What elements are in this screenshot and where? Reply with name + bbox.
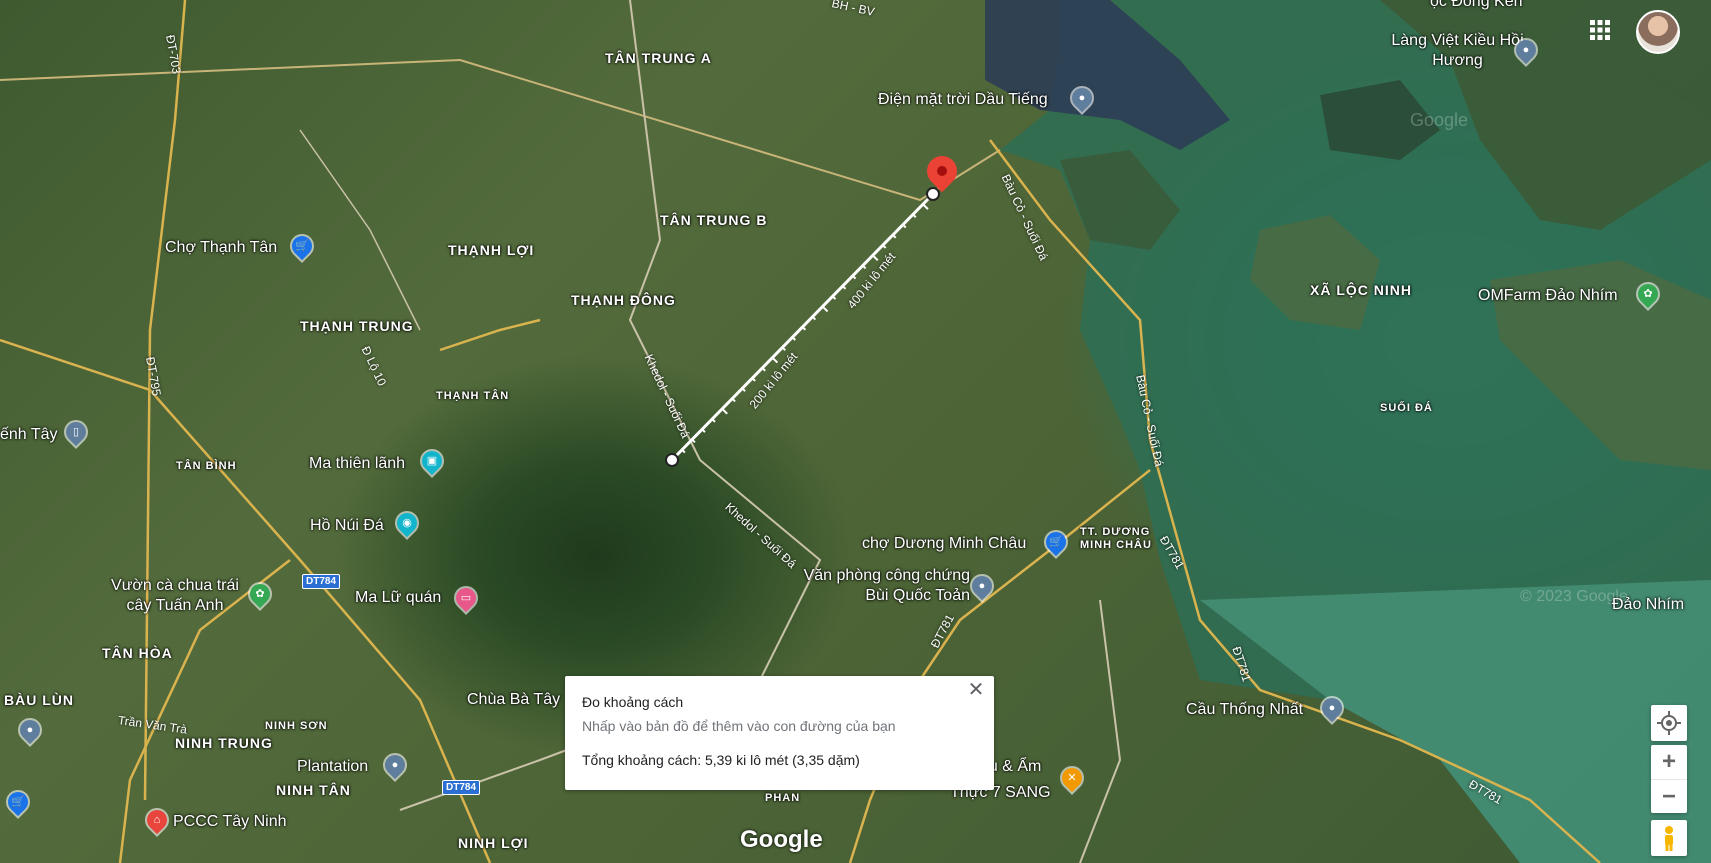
shopping-cart-icon[interactable]: 🛒 [1041,527,1071,557]
camera-icon[interactable]: ◉ [392,508,422,538]
bus-icon[interactable]: ▯ [61,417,91,447]
area-label: NINH SƠN [265,720,328,732]
poi-label[interactable]: Ma thiên lãnh [309,454,405,474]
area-label: THẠNH ĐÔNG [571,292,676,308]
area-label: TÂN HÒA [102,645,173,661]
measure-tick [922,203,929,210]
road-shield-dt784: DT784 [442,780,481,795]
measure-tick [691,438,696,444]
measure-tick [781,346,786,351]
hotel-icon[interactable]: ▭ [451,583,481,613]
measure-tick [801,326,807,331]
measure-tick [721,408,728,415]
park-icon[interactable]: ✿ [245,579,275,609]
poi-label[interactable]: Vườn cà chua trái cây Tuấn Anh [100,576,250,616]
poi-label[interactable]: Văn phòng công chứng Bùi Quốc Toản [795,566,970,606]
measure-tick [811,316,817,321]
area-label: THẠNH TÂN [436,390,510,402]
poi-label[interactable]: Plantation [297,757,368,777]
shopping-cart-icon[interactable]: 🛒 [3,787,33,817]
pegman-button[interactable] [1651,820,1687,856]
poi-label[interactable]: ọc Đông Ken [1430,0,1523,12]
measure-tick [831,295,837,300]
poi-label[interactable]: PCCC Tây Ninh [173,812,287,832]
area-label: THẠNH TRUNG [300,318,414,334]
park-icon[interactable]: ✿ [1633,279,1663,309]
measure-tick [851,275,857,280]
area-label: NINH TRUNG [175,735,273,751]
place-pin-icon[interactable]: ● [15,715,45,745]
poi-label[interactable]: Điện mặt trời Dầu Tiếng [878,90,1048,110]
my-location-button[interactable] [1651,705,1687,741]
copyright-watermark: © 2023 Google [1520,588,1628,605]
area-label: TÂN TRUNG B [660,212,768,228]
zoom-in-button[interactable]: + [1651,745,1687,780]
close-icon[interactable]: ✕ [964,678,988,702]
total-distance: Tổng khoảng cách: 5,39 ki lô mét (3,35 d… [582,752,860,768]
google-logo: Google [740,826,823,853]
place-pin-icon[interactable]: ● [1317,693,1347,723]
area-label: TÂN BÌNH [176,460,237,472]
measure-start-point[interactable] [665,453,679,467]
place-pin-icon[interactable]: ● [1067,83,1097,113]
area-label: SUỐI ĐÁ [1380,402,1433,414]
area-label: THẠNH LỢI [448,242,535,258]
google-watermark: Google [1410,110,1469,130]
poi-label[interactable]: OMFarm Đảo Nhím [1478,286,1618,306]
measure-tick [701,428,706,433]
poi-label[interactable]: Chùa Bà Tây [467,690,560,710]
area-label: PHAN [765,792,801,804]
measure-tick [902,223,907,229]
distance-info-panel: Đo khoảng cách Nhấp vào bản đồ để thêm v… [565,676,994,790]
poi-label[interactable]: Làng Việt Kiều Hồi Hương [1390,31,1525,71]
zoom-out-button[interactable]: − [1651,780,1687,813]
measure-tick [912,213,917,218]
area-label: TÂN TRUNG A [605,50,712,66]
measure-tick [761,367,766,372]
poi-label[interactable]: Ma Lữ quán [355,588,441,608]
pegman-icon [1665,826,1673,851]
shopping-cart-icon[interactable]: 🛒 [287,231,317,261]
area-label: XÃ LỘC NINH [1310,282,1412,298]
measure-tick [771,356,779,364]
panel-title: Đo khoảng cách [582,694,684,710]
area-label: BÀU LÙN [4,692,74,708]
place-pin-icon[interactable]: ● [380,750,410,780]
museum-icon[interactable]: ▣ [417,446,447,476]
apps-grid-icon[interactable] [1588,18,1612,42]
government-icon[interactable]: ⌂ [142,805,172,835]
zoom-control: + − [1651,745,1687,813]
poi-label[interactable]: ếnh Tây [0,425,58,445]
measure-tick [791,336,797,341]
measure-tick [751,377,756,382]
my-location-icon [1657,711,1681,735]
place-pin-icon[interactable]: ● [967,571,997,601]
measure-tick [882,244,887,249]
poi-label[interactable]: chợ Dương Minh Châu [862,534,1026,554]
measure-tick [731,397,736,403]
area-label: NINH LỢI [458,835,529,851]
panel-subtitle: Nhấp vào bản đồ để thêm vào con đường củ… [582,718,896,734]
area-label: TT. DƯƠNG MINH CHÂU [1080,526,1152,551]
poi-label[interactable]: Hồ Núi Đá [310,516,384,536]
restaurant-icon[interactable]: ✕ [1057,763,1087,793]
user-avatar-icon[interactable] [1636,10,1680,54]
measure-tick [841,285,847,290]
area-label: NINH TÂN [276,782,351,798]
measure-tick [821,305,829,313]
road-shield-dt784: DT784 [302,574,341,589]
poi-label[interactable]: Chợ Thạnh Tân [165,238,277,258]
measure-tick [862,264,867,270]
place-pin-icon[interactable]: ● [1511,35,1541,65]
measure-tick [741,387,746,392]
measure-tick [711,418,716,423]
measure-tick [872,254,879,262]
measure-tick [892,234,897,239]
poi-label[interactable]: Cầu Thống Nhất [1186,700,1303,720]
measure-tick [681,449,686,454]
